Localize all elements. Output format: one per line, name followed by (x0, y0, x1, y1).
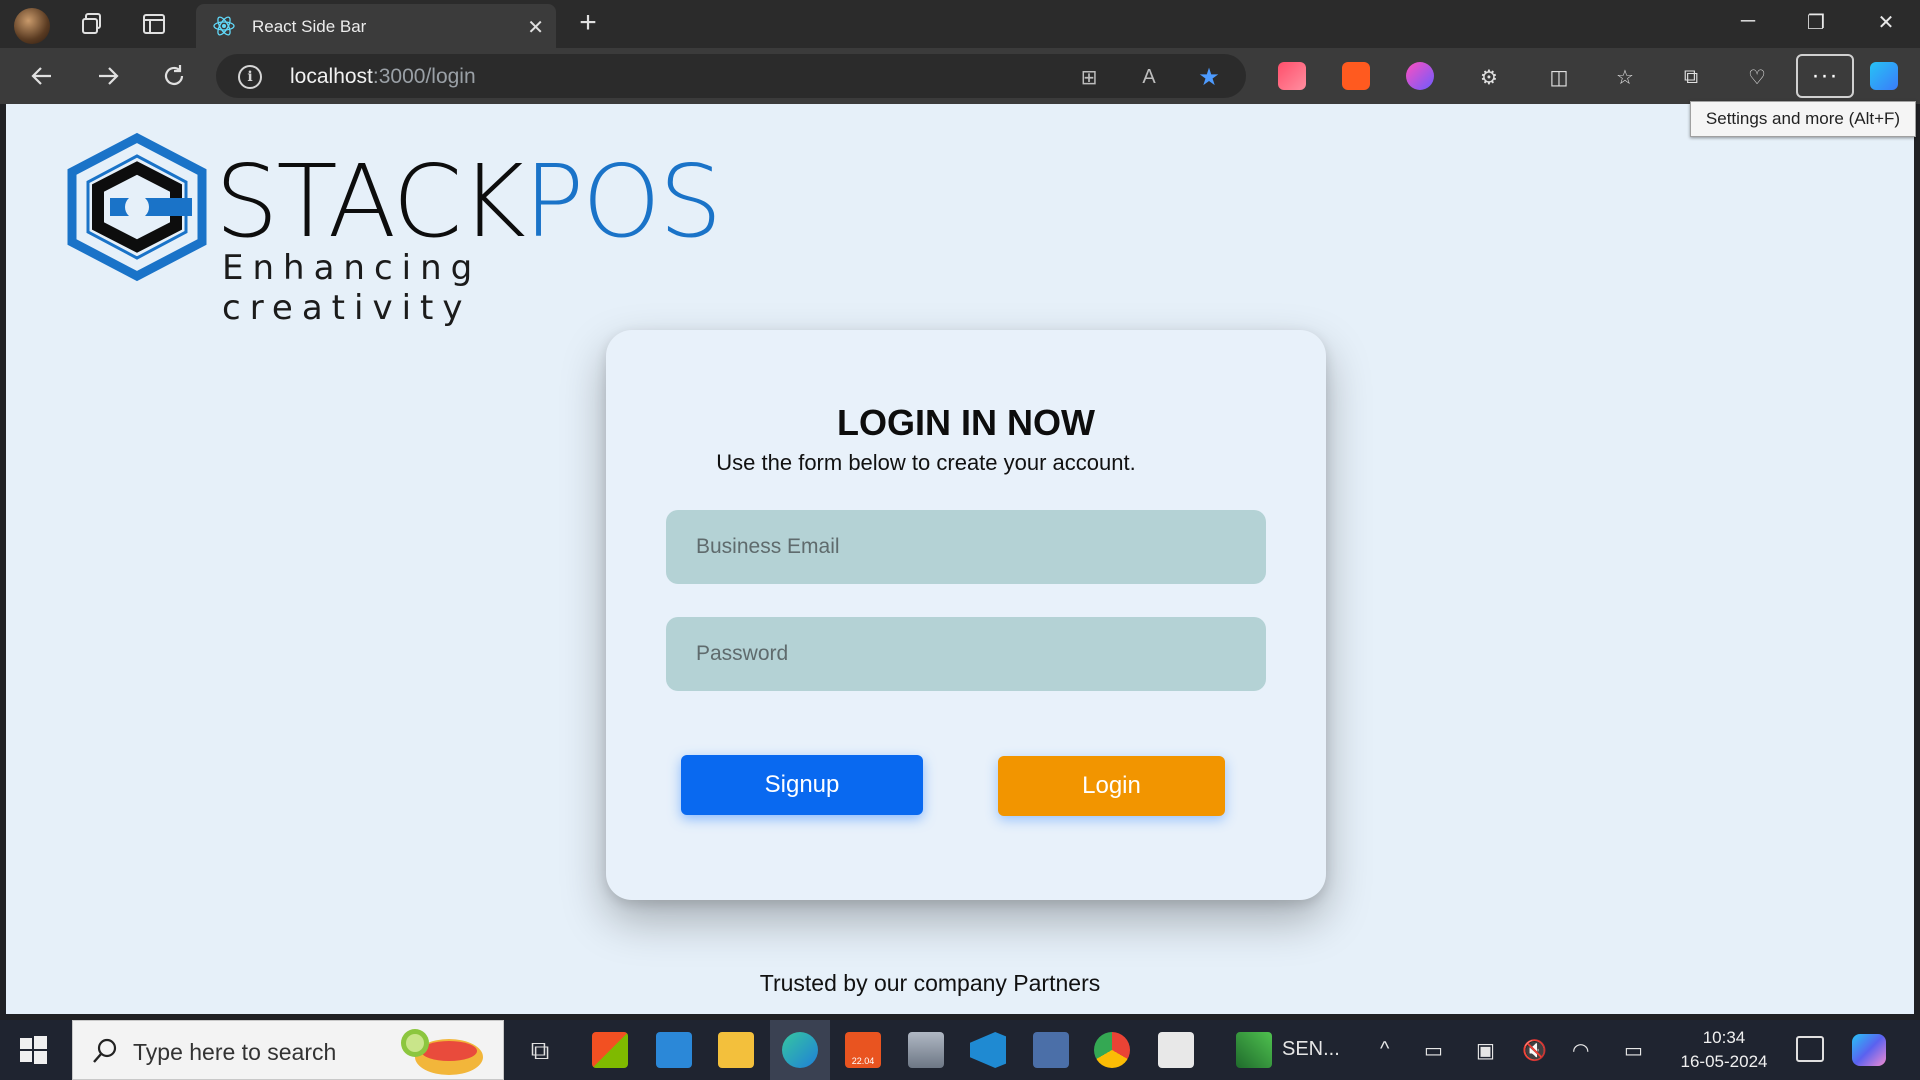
back-icon[interactable] (26, 60, 58, 92)
read-aloud-icon[interactable]: A (1136, 64, 1162, 90)
page-viewport: STACKPOS Enhancing creativity LOGIN IN N… (6, 104, 1914, 1014)
microsoft-store-icon[interactable] (592, 1032, 628, 1068)
taco-illustration-icon (401, 1029, 483, 1075)
business-email-input[interactable] (666, 510, 1266, 584)
address-bar[interactable]: i localhost:3000/login ⊞ A ★ (216, 54, 1246, 98)
windows-start-icon[interactable] (18, 1035, 48, 1065)
battery-icon[interactable]: ▭ (1424, 1038, 1443, 1063)
trusted-partners-heading: Trusted by our company Partners (759, 970, 1101, 996)
ubuntu-icon[interactable]: 22.04 (845, 1032, 881, 1068)
site-info-icon[interactable]: i (238, 65, 262, 89)
extension-brain-icon[interactable] (1406, 62, 1434, 90)
media-app-icon[interactable] (1033, 1032, 1069, 1068)
close-window-button[interactable]: ✕ (1866, 10, 1906, 35)
chevron-up-icon[interactable]: ^ (1380, 1038, 1389, 1061)
refresh-icon[interactable] (158, 60, 190, 92)
volume-muted-icon[interactable]: 🔇 (1522, 1038, 1547, 1063)
brand-tagline: Enhancing creativity (222, 248, 482, 328)
forward-icon[interactable] (92, 60, 124, 92)
taskbar-search[interactable]: Type here to search (72, 1020, 504, 1080)
edge-browser-icon[interactable] (782, 1032, 818, 1068)
stock-app-icon[interactable] (1236, 1032, 1272, 1068)
stackpos-logo: STACKPOS Enhancing creativity (62, 132, 722, 328)
extension-m-icon[interactable] (1342, 62, 1370, 90)
restore-button[interactable]: ❐ (1796, 10, 1836, 35)
clock-date: 16-05-2024 (1680, 1052, 1768, 1071)
search-icon (93, 1038, 117, 1063)
minimize-button[interactable]: ─ (1728, 10, 1768, 33)
keyboard-icon[interactable]: ▭ (1624, 1038, 1643, 1063)
profile-avatar[interactable] (14, 8, 50, 44)
brand-name: STACKPOS (215, 143, 722, 260)
task-view-icon[interactable]: ⧉ (522, 1032, 558, 1068)
vscode-icon[interactable] (970, 1032, 1006, 1068)
meet-now-icon[interactable]: ▣ (1476, 1038, 1495, 1063)
copilot-taskbar-icon[interactable] (1852, 1034, 1886, 1066)
wifi-icon[interactable]: ◠ (1572, 1038, 1589, 1063)
mail-icon[interactable] (656, 1032, 692, 1068)
password-input[interactable] (666, 617, 1266, 691)
url-text[interactable]: localhost:3000/login (290, 65, 476, 89)
search-placeholder: Type here to search (133, 1039, 337, 1065)
app-available-icon[interactable]: ⊞ (1076, 64, 1102, 90)
signup-button[interactable]: Signup (681, 755, 923, 815)
login-button[interactable]: Login (998, 756, 1225, 816)
login-subtitle: Use the form below to create your accoun… (716, 450, 1136, 475)
performance-icon[interactable]: ♡ (1742, 62, 1772, 92)
login-title: LOGIN IN NOW (837, 402, 1095, 443)
vertical-tabs-icon[interactable] (138, 8, 170, 40)
login-card: LOGIN IN NOW Use the form below to creat… (606, 330, 1326, 900)
database-icon[interactable] (908, 1032, 944, 1068)
browser-titlebar: React Side Bar ✕ + ─ ❐ ✕ (0, 0, 1920, 48)
react-icon (212, 14, 236, 38)
tab-react-side-bar[interactable]: React Side Bar ✕ (196, 4, 556, 48)
notification-icon[interactable] (1796, 1036, 1824, 1062)
taskbar-clock[interactable]: 10:34 16-05-2024 (1662, 1026, 1786, 1074)
new-tab-button[interactable]: + (572, 8, 604, 38)
hexagon-logo-icon (67, 132, 207, 282)
browser-toolbar: i localhost:3000/login ⊞ A ★ ⚙ ◫ ☆ ⧉ ♡ ·… (0, 48, 1920, 104)
workspaces-icon[interactable] (76, 8, 108, 40)
notepad-icon[interactable] (1158, 1032, 1194, 1068)
tab-title: React Side Bar (252, 17, 367, 36)
collections-icon[interactable]: ⧉ (1676, 62, 1706, 92)
favorite-star-icon[interactable]: ★ (1196, 64, 1222, 91)
settings-tooltip: Settings and more (Alt+F) (1690, 101, 1916, 137)
file-explorer-icon[interactable] (718, 1032, 754, 1068)
split-screen-icon[interactable]: ◫ (1544, 62, 1574, 92)
copilot-icon[interactable] (1870, 62, 1898, 90)
chrome-icon[interactable] (1094, 1032, 1130, 1068)
extensions-icon[interactable]: ⚙ (1474, 62, 1504, 92)
taskbar-app-label[interactable]: SEN... (1282, 1038, 1340, 1061)
extension-pen-icon[interactable] (1278, 62, 1306, 90)
close-tab-icon[interactable]: ✕ (527, 15, 544, 40)
settings-more-button[interactable]: ··· (1796, 54, 1854, 98)
clock-time: 10:34 (1702, 1028, 1746, 1047)
favorites-icon[interactable]: ☆ (1610, 62, 1640, 92)
windows-taskbar: Type here to search ⧉ 22.04 SEN... ^ ▭ ▣… (0, 1020, 1920, 1080)
